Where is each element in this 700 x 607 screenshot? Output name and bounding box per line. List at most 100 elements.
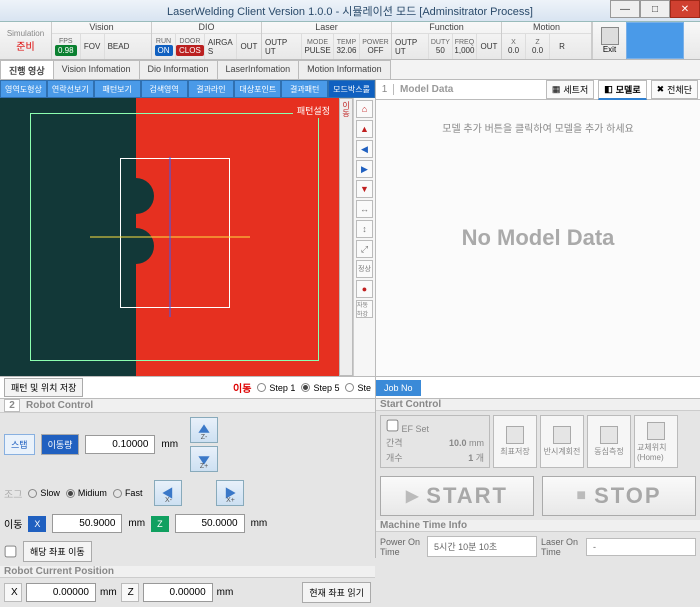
model-button[interactable]: ◧모델로 <box>598 80 646 100</box>
fov-cell[interactable]: FOV <box>84 42 100 51</box>
top-strip: Simulation 준비 Vision FPS0.98 FOV BEAD DI… <box>0 22 700 60</box>
chip-0[interactable]: 영역도형상 <box>0 80 47 98</box>
side-up-icon[interactable]: ▲ <box>356 120 373 138</box>
func-out[interactable]: OUT <box>481 42 498 51</box>
x-plus-button[interactable]: X+ <box>216 480 244 506</box>
inner-roi-box[interactable] <box>120 158 230 308</box>
crosshair-icon <box>600 426 618 444</box>
stop-button[interactable]: ■STOP <box>542 476 696 516</box>
door-value: CLOS <box>176 45 204 56</box>
door-label: DOOR <box>179 38 200 45</box>
floppy-icon <box>506 426 524 444</box>
pos-x-label: X <box>4 583 22 602</box>
cat-vision-head: Vision <box>52 22 151 34</box>
side-right-icon[interactable]: ▶ <box>356 160 373 178</box>
side-home-icon[interactable]: ⌂ <box>356 100 373 118</box>
window-close[interactable]: ✕ <box>670 0 700 18</box>
job-no-button[interactable]: Job No <box>376 380 421 396</box>
radio-ste[interactable]: Ste <box>345 383 371 393</box>
model-section-num: 1 <box>376 84 394 95</box>
axis-z-value[interactable]: 50.0000 <box>175 514 245 533</box>
crosshair-v <box>169 157 170 317</box>
radio-fast[interactable]: Fast <box>113 488 143 498</box>
motion-x-lbl: X <box>511 39 516 46</box>
cat-function-head: Function <box>392 22 501 34</box>
side-targetleft-icon[interactable]: ↔ <box>356 200 373 218</box>
mm-label-2: mm <box>128 518 145 529</box>
count-value: 1 <box>468 453 473 463</box>
goto-coord-button[interactable]: 해당 좌표 이동 <box>23 541 92 562</box>
step-button[interactable]: 스탭 <box>4 434 35 455</box>
side-label2[interactable]: 자동하강 <box>356 300 373 318</box>
mode-value: PULSE <box>304 46 330 55</box>
chip-6[interactable]: 결과패턴 <box>281 80 328 98</box>
radio-slow[interactable]: Slow <box>28 488 60 498</box>
dio-out-cell[interactable]: OUT <box>241 42 258 51</box>
save-pattern-button[interactable]: 패턴 및 위치 저장 <box>4 378 83 397</box>
radio-step1[interactable]: Step 1 <box>257 383 295 393</box>
side-label1[interactable]: 정상 <box>356 260 373 278</box>
cat-laser-head: Laser <box>262 22 391 34</box>
goto-checkbox[interactable] <box>5 546 17 558</box>
concentric-button[interactable]: 동심측정 <box>587 415 631 468</box>
freq-value: 1,000 <box>454 46 474 55</box>
stop-icon: ■ <box>576 487 588 505</box>
duty-value: 50 <box>436 46 445 55</box>
chip-1[interactable]: 연락선보기 <box>47 80 94 98</box>
x-minus-button[interactable]: X- <box>154 480 182 506</box>
move-lbl: 이동 <box>4 516 22 531</box>
window-maximize[interactable]: □ <box>640 0 670 18</box>
chip-3[interactable]: 검색영역 <box>141 80 188 98</box>
efset-checkbox[interactable] <box>387 420 399 432</box>
fps-value: 0.98 <box>55 45 77 56</box>
pos-x-value: 0.00000 <box>26 583 96 602</box>
z-minus-button[interactable]: Z- <box>190 417 218 443</box>
radio-mid[interactable]: Midium <box>66 488 107 498</box>
axis-x-value[interactable]: 50.9000 <box>52 514 122 533</box>
window-minimize[interactable]: — <box>610 0 640 18</box>
move-label: 이동 <box>233 380 251 395</box>
tab-livevideo[interactable]: 진행 영상 <box>0 60 54 79</box>
save-coord-button[interactable]: 최표저장 <box>493 415 537 468</box>
home-pos-button[interactable]: 교체위치(Home) <box>634 415 678 468</box>
chip-7[interactable]: 모드박스룰 <box>328 80 375 98</box>
read-current-button[interactable]: 현재 좌표 읽기 <box>302 582 371 603</box>
move-amount-button[interactable]: 이동량 <box>41 434 80 455</box>
exit-button[interactable]: Exit <box>592 22 626 59</box>
start-button[interactable]: ▶START <box>380 476 534 516</box>
tab-laser[interactable]: LaserInfomation <box>217 60 300 79</box>
model-hint: 모델 추가 버튼을 클릭하여 모델을 추가 하세요 <box>376 120 700 135</box>
window-titlebar: LaserWelding Client Version 1.0.0 - 시뮬레이… <box>0 0 700 22</box>
gap-label: 간격 <box>386 436 403 449</box>
temp-value: 32.06 <box>336 46 356 55</box>
side-dot-icon[interactable]: ● <box>356 280 373 298</box>
mm-label: mm <box>161 439 178 450</box>
tab-motion[interactable]: Motion Information <box>298 60 391 79</box>
all-delete-button[interactable]: ✖전체단 <box>651 80 698 99</box>
ccw-rotate-button[interactable]: 반시계회전 <box>540 415 584 468</box>
pattern-setting-label[interactable]: 패턴설정 <box>293 103 334 118</box>
bead-cell[interactable]: BEAD <box>108 42 130 51</box>
pos-z-value: 0.00000 <box>143 583 213 602</box>
z-plus-button[interactable]: Z+ <box>190 446 218 472</box>
chip-2[interactable]: 패턴보기 <box>94 80 141 98</box>
side-fit-icon[interactable]: ⤢ <box>356 240 373 258</box>
motion-r[interactable]: R <box>559 42 565 51</box>
func-outp[interactable]: OUTP UT <box>395 38 425 56</box>
laser-outp[interactable]: OUTP UT <box>265 38 298 56</box>
tab-vision[interactable]: Vision Infomation <box>53 60 140 79</box>
set-button[interactable]: ▦세트저 <box>546 80 594 99</box>
radio-step5[interactable]: Step 5 <box>301 383 339 393</box>
mm-label-5: mm <box>217 587 234 598</box>
tab-dio[interactable]: Dio Information <box>139 60 218 79</box>
airgas-cell[interactable]: AIRGA S <box>208 38 233 56</box>
side-targetright-icon[interactable]: ↕ <box>356 220 373 238</box>
side-left-icon[interactable]: ◀ <box>356 140 373 158</box>
mm-label-3: mm <box>251 518 268 529</box>
chip-5[interactable]: 대상포인트 <box>234 80 281 98</box>
move-amount-value[interactable]: 0.10000 <box>85 435 155 454</box>
side-down-icon[interactable]: ▼ <box>356 180 373 198</box>
simulation-status: 준비 <box>16 38 34 53</box>
video-preview[interactable]: 패턴설정 <box>0 98 339 376</box>
chip-4[interactable]: 결과라인 <box>188 80 235 98</box>
